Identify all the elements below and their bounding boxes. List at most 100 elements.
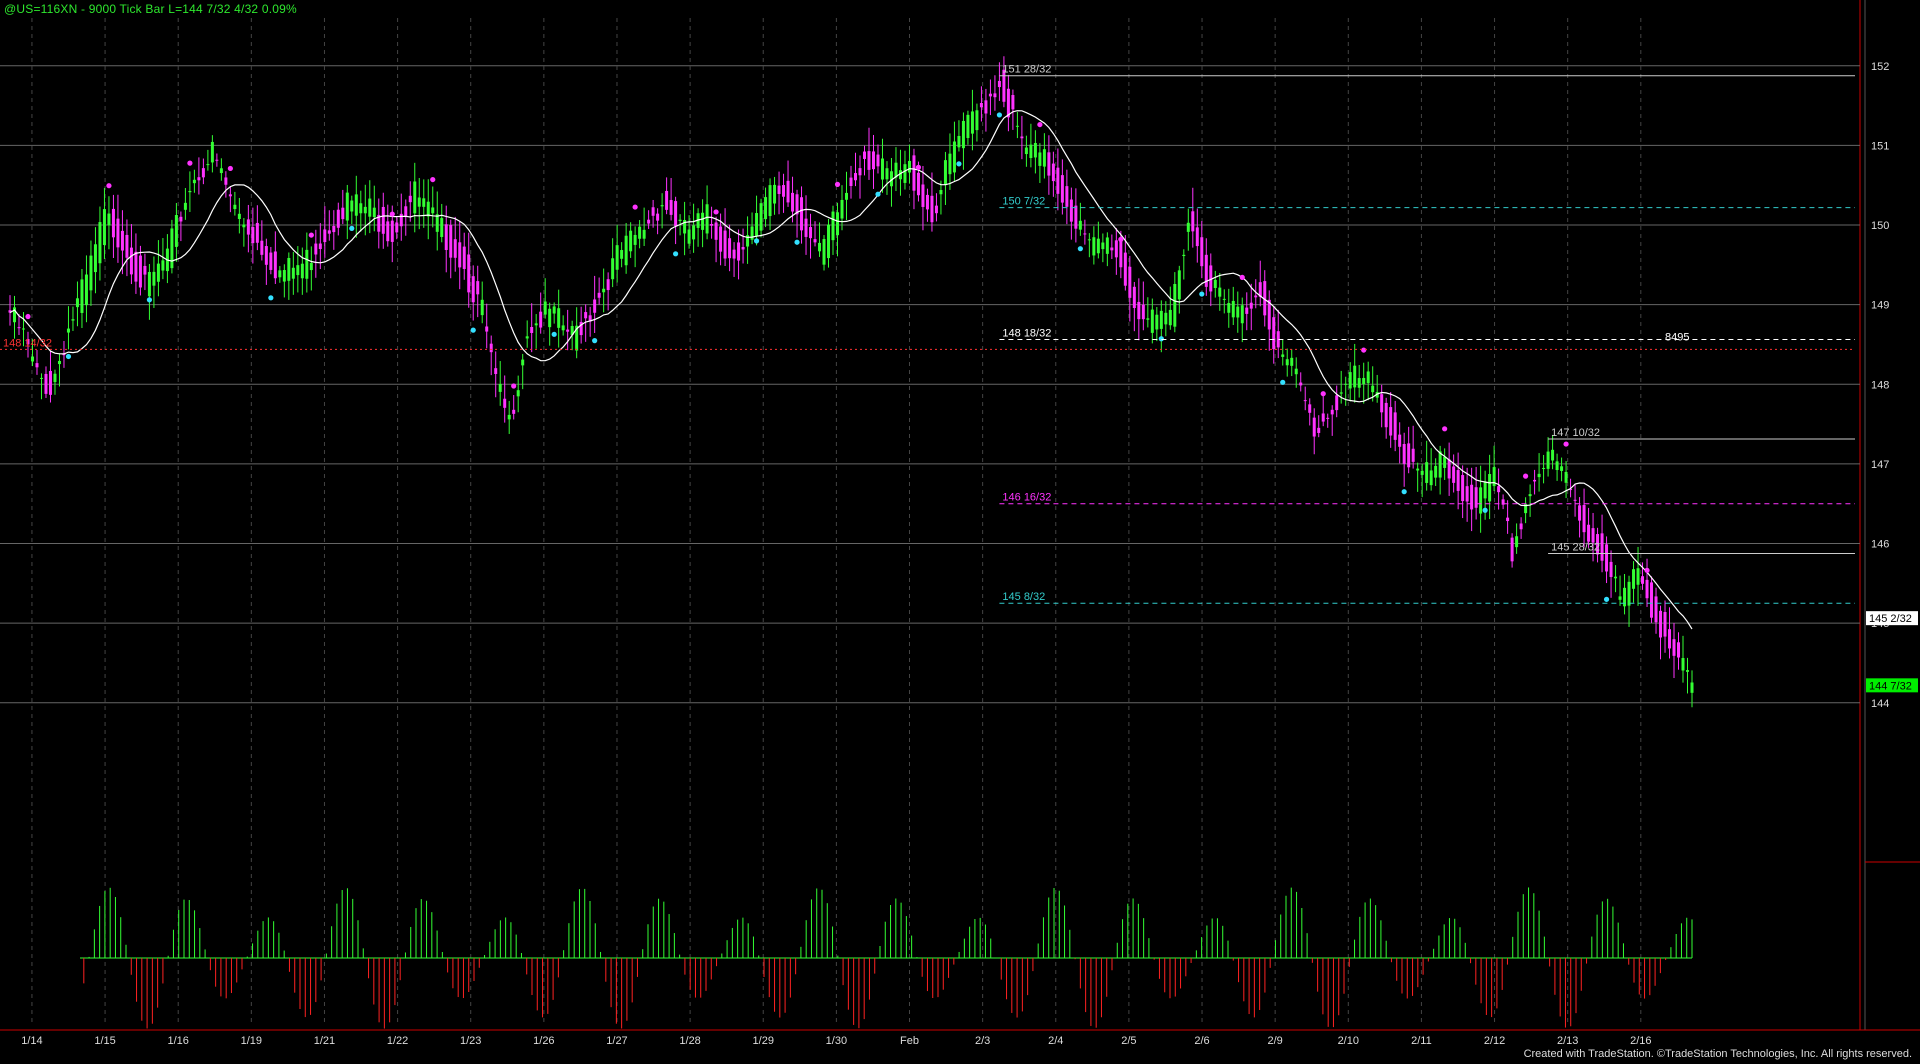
candle-body — [1218, 287, 1222, 297]
candle-body — [116, 218, 120, 248]
candle-body — [719, 226, 723, 252]
candle-body — [1582, 505, 1586, 533]
candle-body — [1164, 312, 1168, 325]
candle-body — [1483, 482, 1487, 499]
candle-body — [75, 298, 79, 308]
candle-body — [728, 238, 732, 259]
price-level-label: 150 7/32 — [1002, 196, 1045, 208]
candle-body — [521, 359, 525, 366]
candle-body — [1330, 409, 1334, 415]
candle-body — [1348, 372, 1352, 389]
candle-body — [89, 255, 93, 291]
candle-body — [300, 263, 304, 279]
candle-body — [1119, 239, 1123, 268]
candle-body — [822, 239, 826, 265]
candle-body — [273, 251, 277, 279]
swing-high-marker — [1563, 441, 1569, 447]
swing-high-marker — [713, 209, 719, 215]
candle-body — [404, 206, 408, 218]
x-tick-label: 1/19 — [241, 1035, 262, 1047]
candle-body — [107, 213, 111, 226]
candle-body — [993, 93, 997, 98]
candle-body — [1546, 451, 1550, 469]
candle-body — [102, 209, 106, 245]
candle-body — [768, 185, 772, 217]
swing-low-marker — [592, 338, 598, 344]
candle-body — [997, 80, 1001, 88]
candle-body — [970, 111, 974, 134]
candle-body — [278, 270, 282, 278]
swing-high-marker — [227, 165, 233, 172]
x-tick-label: 2/13 — [1557, 1035, 1578, 1047]
candle-body — [741, 247, 745, 250]
candle-body — [1366, 371, 1370, 384]
swing-low-marker — [1077, 246, 1083, 252]
y-tick-label: 144 — [1871, 698, 1889, 710]
price-level-label: 148 18/32 — [1002, 327, 1051, 339]
candle-body — [1173, 284, 1177, 327]
candle-body — [876, 154, 880, 167]
candle-body — [417, 197, 421, 207]
candle-body — [228, 194, 232, 197]
candle-body — [678, 219, 682, 221]
candle-body — [827, 224, 831, 259]
candle-body — [849, 177, 853, 187]
candle-body — [1051, 163, 1055, 182]
candle-body — [111, 208, 115, 238]
candle-body — [309, 262, 313, 271]
candle-body — [782, 185, 786, 197]
x-tick-label: 1/29 — [753, 1035, 774, 1047]
candle-body — [507, 414, 511, 420]
candle-body — [1285, 359, 1289, 366]
swing-high-marker — [308, 232, 314, 238]
candle-body — [1281, 354, 1285, 357]
candle-body — [1024, 147, 1028, 155]
candle-body — [1200, 237, 1204, 267]
candle-body — [1092, 237, 1096, 256]
candle-body — [1074, 205, 1078, 229]
candle-body — [1560, 466, 1564, 471]
candle-body — [138, 255, 142, 288]
candle-body — [620, 250, 624, 259]
candle-body — [161, 260, 165, 271]
candle-body — [1150, 309, 1154, 333]
candle-body — [1290, 357, 1294, 366]
candle-body — [853, 173, 857, 181]
candle-body — [251, 227, 255, 244]
candle-body — [1555, 461, 1559, 471]
price-readout-label: 145 2/32 — [1869, 613, 1912, 625]
candle-body — [1240, 305, 1244, 324]
x-tick-label: 2/9 — [1268, 1035, 1283, 1047]
candle-body — [1668, 629, 1672, 649]
swing-low-marker — [673, 251, 679, 257]
candle-body — [1114, 240, 1118, 258]
candle-body — [957, 135, 961, 148]
candle-body — [1537, 473, 1541, 478]
candle-body — [885, 168, 889, 180]
candle-body — [224, 177, 228, 185]
candle-body — [426, 201, 430, 217]
candle-body — [1686, 670, 1690, 672]
candle-body — [1060, 175, 1064, 203]
candle-body — [368, 198, 372, 217]
price-level-label: 146 16/32 — [1002, 492, 1051, 504]
y-tick-label: 146 — [1871, 539, 1889, 551]
candle-body — [1312, 417, 1316, 437]
candle-body — [1479, 487, 1483, 514]
candle-body — [471, 276, 475, 303]
candle-body — [1146, 318, 1150, 320]
candle-body — [930, 195, 934, 223]
candle-body — [1510, 537, 1514, 562]
candle-body — [1384, 402, 1388, 428]
candle-body — [17, 327, 21, 329]
candle-body — [269, 252, 273, 270]
candle-body — [219, 168, 223, 174]
candle-body — [449, 224, 453, 258]
candle-body — [1110, 247, 1114, 251]
candle-body — [458, 242, 462, 268]
price-chart[interactable]: 1441451461471481491501511521/141/151/161… — [0, 0, 1920, 1064]
candle-body — [921, 184, 925, 207]
candle-body — [485, 326, 489, 332]
x-tick-label: 2/12 — [1484, 1035, 1505, 1047]
candle-body — [1105, 237, 1109, 254]
